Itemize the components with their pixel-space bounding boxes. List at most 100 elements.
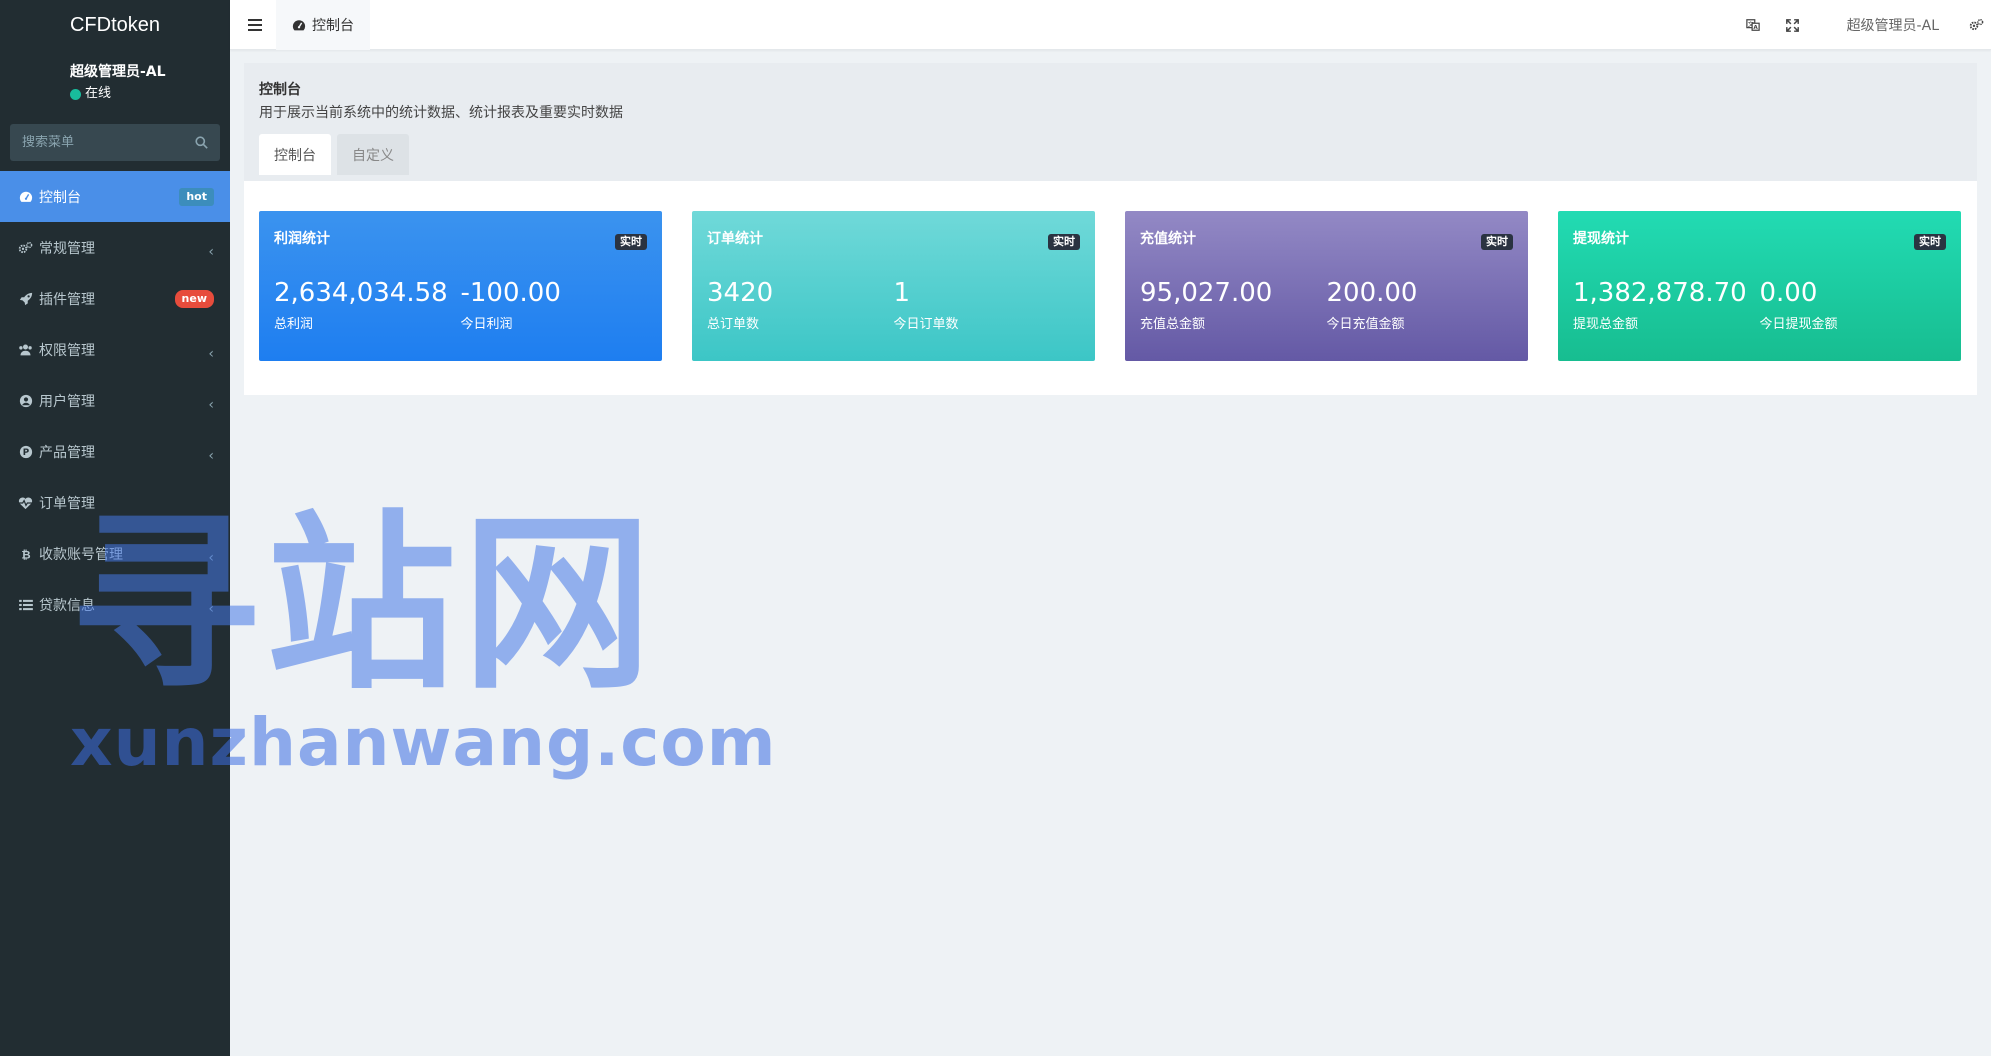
stat-today-orders: 1 今日订单数 xyxy=(894,277,1081,333)
sidebar-item-loan-info[interactable]: 贷款信息 ‹ xyxy=(0,579,230,630)
sidebar-menu: 控制台 hot 常规管理 ‹ 插件管理 new 权限管理 ‹ 用户管理 ‹ P … xyxy=(0,171,230,630)
sidebar-item-label: 插件管理 xyxy=(39,291,95,308)
menu-search xyxy=(10,124,220,161)
header-user-menu[interactable]: 超级管理员-AL xyxy=(1813,15,1961,35)
sidebar-item-label: 权限管理 xyxy=(39,342,95,359)
menu-search-input[interactable] xyxy=(22,135,194,150)
recharge-stat-card: 充值统计 实时 95,027.00 充值总金额 200.00 今日充值金额 xyxy=(1125,211,1528,361)
menu-toggle-icon[interactable] xyxy=(244,14,266,36)
sidebar-item-orders[interactable]: 订单管理 xyxy=(0,477,230,528)
tab-custom[interactable]: 自定义 xyxy=(337,134,409,175)
tab-label: 控制台 xyxy=(312,18,354,34)
settings-gears-icon[interactable] xyxy=(1961,0,1991,50)
top-navbar: 控制台 文A 超级管理员-AL xyxy=(230,0,1991,50)
tab-dashboard-panel[interactable]: 控制台 xyxy=(259,134,331,175)
svg-text:A: A xyxy=(1753,25,1758,31)
rocket-icon xyxy=(18,291,33,306)
language-icon[interactable]: 文A xyxy=(1733,0,1773,50)
stat-total-orders: 3420 总订单数 xyxy=(707,277,894,333)
sidebar-item-label: 收款账号管理 xyxy=(39,546,123,563)
chevron-left-icon: ‹ xyxy=(208,243,214,260)
bitcoin-icon: ₿ xyxy=(18,546,33,561)
sidebar-item-label: 用户管理 xyxy=(39,393,95,410)
tab-dashboard[interactable]: 控制台 xyxy=(276,0,370,50)
stat-value: -100.00 xyxy=(460,278,561,308)
card-title: 订单统计 xyxy=(707,231,763,247)
card-title: 利润统计 xyxy=(274,231,330,247)
chevron-left-icon: ‹ xyxy=(208,396,214,413)
main-content: 控制台 用于展示当前系统中的统计数据、统计报表及重要实时数据 控制台 自定义 利… xyxy=(244,63,1977,395)
online-status-icon xyxy=(70,88,81,100)
stat-label: 今日利润 xyxy=(460,317,513,332)
stat-value: 95,027.00 xyxy=(1140,278,1273,308)
realtime-badge: 实时 xyxy=(615,234,647,250)
sidebar-item-payment-accounts[interactable]: ₿ 收款账号管理 ‹ xyxy=(0,528,230,579)
page-title: 控制台 xyxy=(259,82,301,98)
stat-label: 总利润 xyxy=(274,317,314,332)
order-stat-card: 订单统计 实时 3420 总订单数 1 今日订单数 xyxy=(692,211,1095,361)
realtime-badge: 实时 xyxy=(1048,234,1080,250)
stat-value: 2,634,034.58 xyxy=(274,278,448,308)
brand-logo[interactable]: CFDtoken xyxy=(0,0,230,50)
header-actions: 文A 超级管理员-AL xyxy=(1733,0,1991,50)
list-icon xyxy=(18,597,33,612)
stat-value: 1,382,878.70 xyxy=(1573,278,1747,308)
stat-total-withdraw: 1,382,878.70 提现总金额 xyxy=(1573,277,1760,333)
sidebar-item-general[interactable]: 常规管理 ‹ xyxy=(0,222,230,273)
stat-today-recharge: 200.00 今日充值金额 xyxy=(1327,277,1514,333)
stat-value: 200.00 xyxy=(1326,278,1418,308)
dashboard-icon xyxy=(292,19,306,32)
stat-total-profit: 2,634,034.58 总利润 xyxy=(274,277,461,333)
stat-value: 0.00 xyxy=(1759,278,1818,308)
sidebar-item-plugins[interactable]: 插件管理 new xyxy=(0,273,230,324)
sidebar-item-products[interactable]: P 产品管理 ‹ xyxy=(0,426,230,477)
chevron-left-icon: ‹ xyxy=(208,600,214,617)
sidebar: CFDtoken 超级管理员-AL 在线 控制台 hot 常规管理 ‹ xyxy=(0,0,230,1056)
stat-total-recharge: 95,027.00 充值总金额 xyxy=(1140,277,1327,333)
new-badge: new xyxy=(174,289,214,308)
search-icon[interactable] xyxy=(194,136,208,150)
chevron-left-icon: ‹ xyxy=(208,345,214,362)
sidebar-item-label: 控制台 xyxy=(39,189,81,206)
stat-label: 总订单数 xyxy=(707,317,760,332)
svg-text:P: P xyxy=(22,448,29,458)
chevron-left-icon: ‹ xyxy=(208,447,214,464)
sidebar-item-label: 订单管理 xyxy=(39,495,95,512)
sidebar-item-users[interactable]: 用户管理 ‹ xyxy=(0,375,230,426)
stat-label: 充值总金额 xyxy=(1140,317,1206,332)
withdraw-stat-card: 提现统计 实时 1,382,878.70 提现总金额 0.00 今日提现金额 xyxy=(1558,211,1961,361)
card-title: 提现统计 xyxy=(1573,231,1629,247)
stat-label: 提现总金额 xyxy=(1573,317,1639,332)
panel-tabs: 控制台 自定义 xyxy=(259,134,1962,175)
stat-label: 今日订单数 xyxy=(893,317,959,332)
svg-text:₿: ₿ xyxy=(21,547,30,561)
stat-cards: 利润统计 实时 2,634,034.58 总利润 -100.00 今日利润 订单… xyxy=(244,181,1977,395)
dashboard-icon xyxy=(18,189,33,204)
heartbeat-icon xyxy=(18,495,33,510)
sidebar-item-permissions[interactable]: 权限管理 ‹ xyxy=(0,324,230,375)
stat-label: 今日提现金额 xyxy=(1759,317,1838,332)
sidebar-item-label: 产品管理 xyxy=(39,444,95,461)
sidebar-item-label: 常规管理 xyxy=(39,240,95,257)
users-icon xyxy=(18,342,33,357)
chevron-left-icon: ‹ xyxy=(208,549,214,566)
profit-stat-card: 利润统计 实时 2,634,034.58 总利润 -100.00 今日利润 xyxy=(259,211,662,361)
product-p-icon: P xyxy=(18,444,33,459)
stat-value: 1 xyxy=(893,278,911,308)
stat-today-withdraw: 0.00 今日提现金额 xyxy=(1760,277,1947,333)
stat-today-profit: -100.00 今日利润 xyxy=(461,277,648,333)
fullscreen-icon[interactable] xyxy=(1773,0,1813,50)
stat-value: 3420 xyxy=(707,278,774,308)
sidebar-item-dashboard[interactable]: 控制台 hot xyxy=(0,171,230,222)
realtime-badge: 实时 xyxy=(1914,234,1946,250)
cogs-icon xyxy=(18,240,33,255)
card-title: 充值统计 xyxy=(1140,231,1196,247)
sidebar-item-label: 贷款信息 xyxy=(39,597,95,614)
user-name: 超级管理员-AL xyxy=(70,64,166,80)
user-panel: 超级管理员-AL 在线 xyxy=(0,50,230,112)
realtime-badge: 实时 xyxy=(1481,234,1513,250)
panel-heading: 控制台 用于展示当前系统中的统计数据、统计报表及重要实时数据 控制台 自定义 xyxy=(244,63,1977,181)
page-description: 用于展示当前系统中的统计数据、统计报表及重要实时数据 xyxy=(259,105,623,121)
user-status-label: 在线 xyxy=(85,86,112,101)
stat-label: 今日充值金额 xyxy=(1326,317,1405,332)
